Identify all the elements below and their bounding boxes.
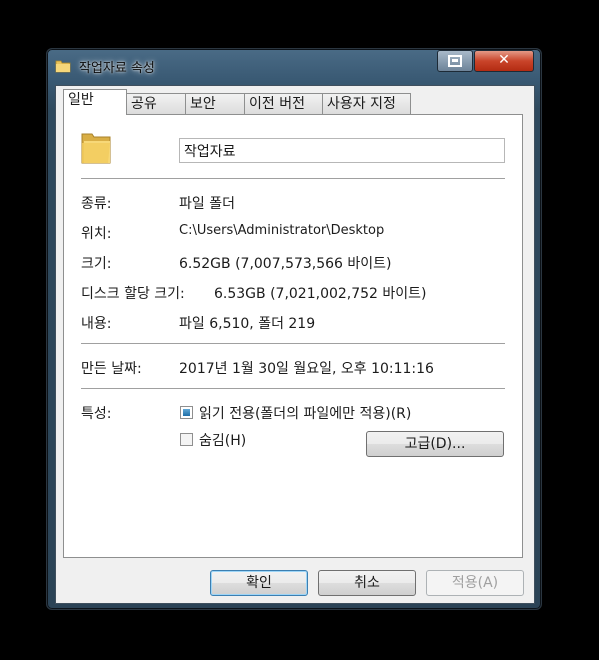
close-icon: ✕ (498, 52, 510, 68)
readonly-checkbox[interactable] (180, 406, 193, 419)
window-title: 작업자료 속성 (79, 61, 155, 76)
separator (81, 343, 505, 345)
size-value: 6.52GB (7,007,573,566 바이트) (179, 256, 392, 272)
contents-value: 파일 6,510, 폴더 219 (179, 316, 316, 332)
restore-button[interactable] (437, 50, 473, 72)
restore-icon (448, 55, 462, 67)
title-bar[interactable]: 작업자료 속성 ✕ (47, 49, 541, 79)
hidden-checkbox[interactable] (180, 433, 193, 446)
location-label: 위치: (81, 226, 112, 242)
ok-button[interactable]: 확인 (210, 570, 308, 596)
large-folder-icon (80, 130, 112, 170)
created-label: 만든 날짜: (81, 361, 142, 377)
tab-general[interactable]: 일반 (63, 89, 127, 115)
apply-button[interactable]: 적용(A) (426, 570, 524, 596)
readonly-label: 읽기 전용(폴더의 파일에만 적용)(R) (199, 406, 412, 422)
close-button[interactable]: ✕ (474, 50, 534, 72)
dialog-client: 일반 공유 보안 이전 버전 사용자 지정 작업자료 종류: 파일 폴더 위치:… (55, 85, 535, 604)
general-panel: 작업자료 종류: 파일 폴더 위치: C:\Users\Administrato… (63, 114, 523, 558)
cancel-button[interactable]: 취소 (318, 570, 416, 596)
folder-name-input[interactable]: 작업자료 (179, 138, 505, 163)
type-value: 파일 폴더 (179, 196, 235, 212)
size-on-disk-value: 6.53GB (7,021,002,752 바이트) (214, 286, 427, 302)
advanced-button[interactable]: 고급(D)... (366, 431, 504, 457)
tab-sharing[interactable]: 공유 (126, 93, 186, 114)
properties-window: 작업자료 속성 ✕ 일반 공유 보안 이전 버전 사용자 지정 작업자료 종류:… (46, 48, 542, 610)
contents-label: 내용: (81, 316, 112, 332)
separator (81, 178, 505, 180)
folder-icon (55, 58, 71, 78)
separator (81, 388, 505, 390)
tab-customize[interactable]: 사용자 지정 (322, 93, 411, 114)
created-value: 2017년 1월 30일 월요일, 오후 10:11:16 (179, 361, 434, 377)
size-on-disk-label: 디스크 할당 크기: (81, 286, 185, 302)
size-label: 크기: (81, 256, 112, 272)
hidden-label: 숨김(H) (199, 433, 247, 449)
tab-security[interactable]: 보안 (185, 93, 245, 114)
tab-previous-versions[interactable]: 이전 버전 (244, 93, 323, 114)
type-label: 종류: (81, 196, 112, 212)
attributes-label: 특성: (81, 406, 112, 422)
location-value: C:\Users\Administrator\Desktop (179, 223, 385, 238)
